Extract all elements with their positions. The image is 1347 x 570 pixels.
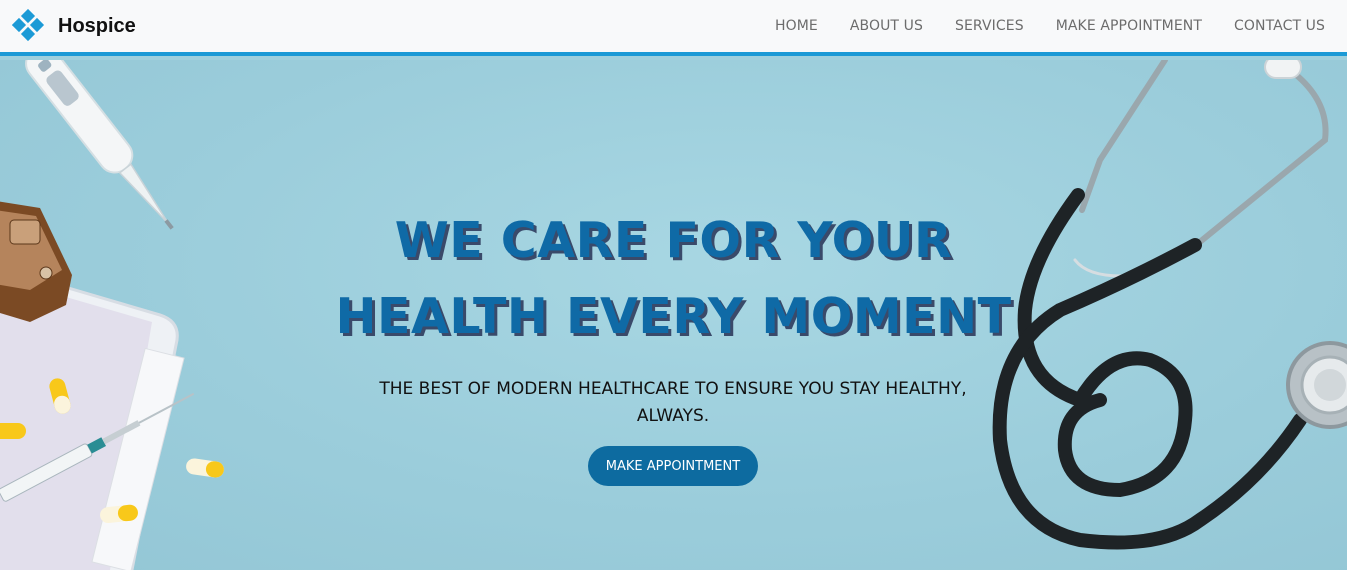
hero-content: WE CARE FOR YOUR HEALTH EVERY MOMENT THE… [0, 60, 1347, 570]
diamond-cluster-logo-icon [12, 9, 45, 42]
hero-section: WE CARE FOR YOUR HEALTH EVERY MOMENT THE… [0, 60, 1347, 570]
make-appointment-button[interactable]: MAKE APPOINTMENT [588, 446, 758, 486]
nav-contact-us[interactable]: CONTACT US [1234, 18, 1325, 34]
hero-subheadline: THE BEST OF MODERN HEALTHCARE TO ENSURE … [379, 379, 967, 426]
nav-make-appointment[interactable]: MAKE APPOINTMENT [1056, 18, 1202, 34]
brand[interactable]: Hospice [12, 9, 136, 43]
nav-links: HOME ABOUT US SERVICES MAKE APPOINTMENT … [775, 17, 1325, 35]
hero-headline-line1: WE CARE FOR YOUR [394, 212, 953, 269]
hero-headline-line2: HEALTH EVERY MOMENT [335, 288, 1012, 345]
nav-services[interactable]: SERVICES [955, 18, 1024, 34]
nav-home[interactable]: HOME [775, 18, 818, 34]
navbar: Hospice HOME ABOUT US SERVICES MAKE APPO… [0, 0, 1347, 56]
nav-about-us[interactable]: ABOUT US [850, 18, 923, 34]
brand-name: Hospice [58, 14, 136, 37]
